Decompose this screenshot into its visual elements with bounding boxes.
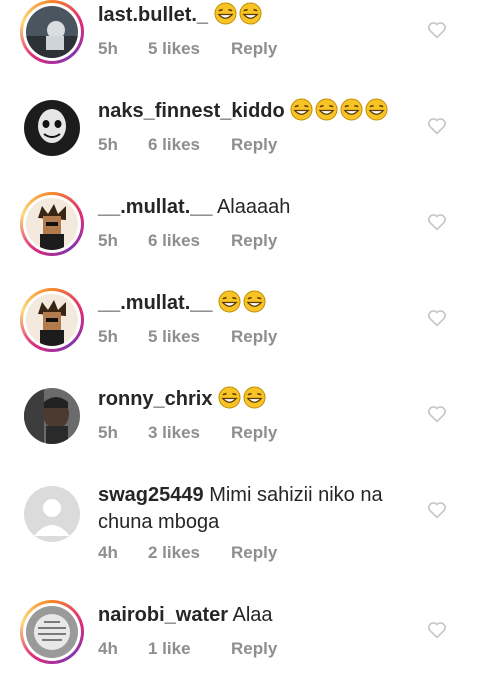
laughing-emoji-icon xyxy=(243,386,266,409)
laughing-emoji-icon xyxy=(243,290,266,313)
avatar xyxy=(24,388,80,444)
timestamp: 5h xyxy=(98,135,118,154)
timestamp: 5h xyxy=(98,423,118,442)
likes-count[interactable]: 5 likes xyxy=(148,39,200,59)
username[interactable]: naks_finnest_kiddo xyxy=(98,100,285,122)
reply-button[interactable]: Reply xyxy=(231,423,277,443)
laughing-emoji-icon xyxy=(290,98,313,121)
laughing-emoji-icon xyxy=(214,2,237,25)
username[interactable]: __.mullat.__ xyxy=(98,196,213,218)
username[interactable]: __.mullat.__ xyxy=(98,292,213,314)
avatar-story-ring[interactable] xyxy=(20,0,84,64)
laughing-emoji-icon xyxy=(340,98,363,121)
avatar xyxy=(24,100,80,156)
heart-outline-icon[interactable] xyxy=(427,212,447,232)
likes-count[interactable]: 3 likes xyxy=(148,423,200,443)
comment-body: Alaaaah xyxy=(216,196,291,218)
avatar xyxy=(26,6,78,58)
comment-text: nairobi_water Alaa xyxy=(98,602,398,629)
heart-outline-icon[interactable] xyxy=(427,404,447,424)
reply-button[interactable]: Reply xyxy=(231,231,277,251)
username[interactable]: nairobi_water xyxy=(98,604,228,626)
username[interactable]: last.bullet._ xyxy=(98,4,208,26)
likes-count[interactable]: 1 like xyxy=(148,639,191,659)
comment-text: last.bullet._ xyxy=(98,2,398,29)
laughing-emoji-icon xyxy=(365,98,388,121)
timestamp: 4h xyxy=(98,543,118,562)
timestamp: 4h xyxy=(98,639,118,658)
laughing-emoji-icon xyxy=(315,98,338,121)
avatar-wrapper[interactable] xyxy=(20,384,84,448)
comment-text: swag25449 Mimi sahizii niko na chuna mbo… xyxy=(98,482,398,536)
avatar-wrapper[interactable] xyxy=(20,96,84,160)
heart-outline-icon[interactable] xyxy=(427,116,447,136)
avatar xyxy=(26,606,78,658)
username[interactable]: ronny_chrix xyxy=(98,388,212,410)
avatar xyxy=(26,198,78,250)
comment-text: __.mullat.__ xyxy=(98,290,398,317)
avatar-story-ring[interactable] xyxy=(20,192,84,256)
laughing-emoji-icon xyxy=(218,386,241,409)
timestamp: 5h xyxy=(98,231,118,250)
reply-button[interactable]: Reply xyxy=(231,39,277,59)
comment-text: __.mullat.__ Alaaaah xyxy=(98,194,398,221)
heart-outline-icon[interactable] xyxy=(427,308,447,328)
avatar-story-ring[interactable] xyxy=(20,288,84,352)
heart-outline-icon[interactable] xyxy=(427,620,447,640)
reply-button[interactable]: Reply xyxy=(231,135,277,155)
likes-count[interactable]: 5 likes xyxy=(148,327,200,347)
avatar-story-ring[interactable] xyxy=(20,600,84,664)
timestamp: 5h xyxy=(98,39,118,58)
comment-body: Alaa xyxy=(232,604,273,626)
heart-outline-icon[interactable] xyxy=(427,500,447,520)
comment-text: ronny_chrix xyxy=(98,386,398,413)
timestamp: 5h xyxy=(98,327,118,346)
heart-outline-icon[interactable] xyxy=(427,20,447,40)
likes-count[interactable]: 6 likes xyxy=(148,231,200,251)
default-avatar-icon xyxy=(24,486,80,542)
reply-button[interactable]: Reply xyxy=(231,543,277,563)
laughing-emoji-icon xyxy=(218,290,241,313)
laughing-emoji-icon xyxy=(239,2,262,25)
username[interactable]: swag25449 xyxy=(98,484,204,506)
avatar xyxy=(26,294,78,346)
reply-button[interactable]: Reply xyxy=(231,327,277,347)
reply-button[interactable]: Reply xyxy=(231,639,277,659)
likes-count[interactable]: 2 likes xyxy=(148,543,200,563)
avatar-wrapper[interactable] xyxy=(20,482,84,546)
comment-text: naks_finnest_kiddo xyxy=(98,98,398,125)
likes-count[interactable]: 6 likes xyxy=(148,135,200,155)
